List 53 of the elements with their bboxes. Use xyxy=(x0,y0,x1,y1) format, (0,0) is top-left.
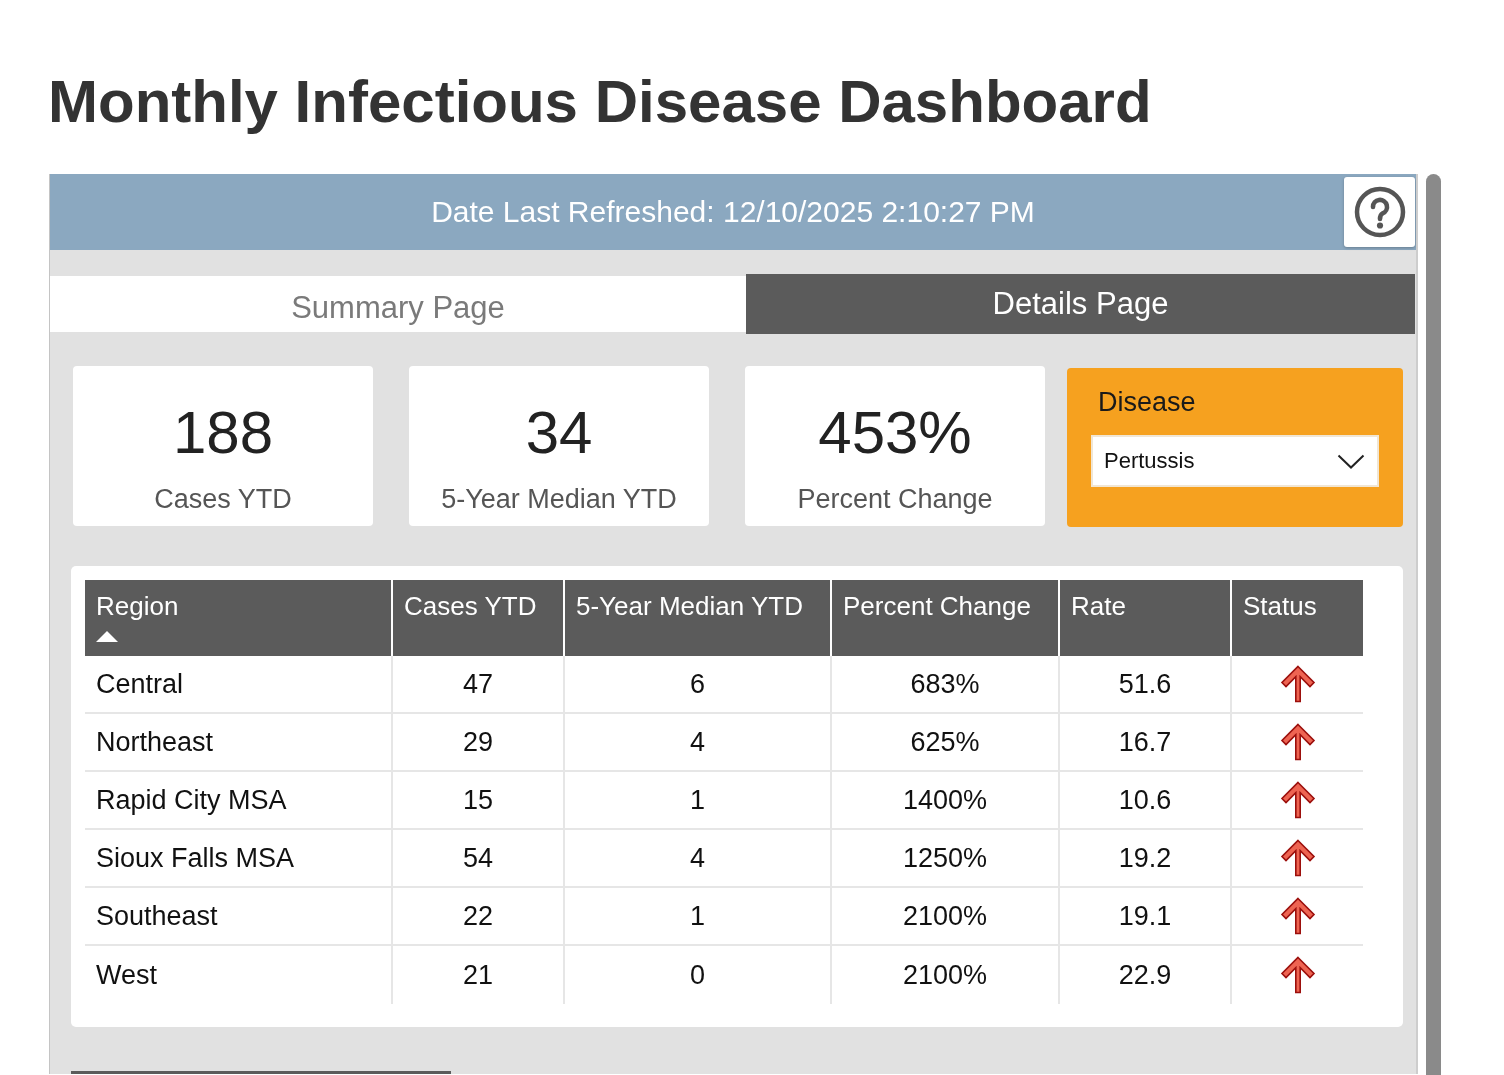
refresh-timestamp: Date Last Refreshed: 12/10/2025 2:10:27 PM xyxy=(431,194,1035,230)
help-icon xyxy=(1353,186,1406,238)
table-cell: 15 xyxy=(393,772,565,830)
table-cell: 4 xyxy=(565,830,832,888)
table-cell: Rapid City MSA xyxy=(85,772,393,830)
column-header: Percent Change xyxy=(832,580,1060,656)
chevron-down-icon xyxy=(1337,453,1365,469)
filter-label: Disease xyxy=(1098,386,1196,419)
table-cell: 683% xyxy=(832,656,1060,714)
table-cell: 22 xyxy=(393,888,565,946)
column-header: Region xyxy=(85,580,393,656)
tab[interactable]: Summary Page xyxy=(50,276,746,332)
table-cell: 16.7 xyxy=(1060,714,1232,772)
help-button[interactable] xyxy=(1344,177,1415,247)
table-cell: 2100% xyxy=(832,946,1060,1004)
column-header: Status xyxy=(1232,580,1363,656)
table-cell: Central xyxy=(85,656,393,714)
kpi-label: Percent Change xyxy=(797,483,993,516)
table-cell: West xyxy=(85,946,393,1004)
tab[interactable]: Details Page xyxy=(746,274,1415,334)
table-cell: 21 xyxy=(393,946,565,1004)
table-cell: 22.9 xyxy=(1060,946,1232,1004)
column-header: Cases YTD xyxy=(393,580,565,656)
scrollbar-thumb[interactable] xyxy=(1426,174,1441,1075)
table-cell: 19.1 xyxy=(1060,888,1232,946)
table-cell: 4 xyxy=(565,714,832,772)
table-cell: 47 xyxy=(393,656,565,714)
table-cell: 54 xyxy=(393,830,565,888)
kpi-label: 5-Year Median YTD xyxy=(441,483,677,516)
column-header: Rate xyxy=(1060,580,1232,656)
table-cell: 1250% xyxy=(832,830,1060,888)
sort-ascending-icon[interactable] xyxy=(96,631,118,642)
table-cell: 29 xyxy=(393,714,565,772)
kpi-value: 34 xyxy=(525,398,593,468)
table-cell: 1 xyxy=(565,772,832,830)
kpi-value: 453% xyxy=(818,398,972,468)
table-cell: 2100% xyxy=(832,888,1060,946)
table-cell: 1400% xyxy=(832,772,1060,830)
table-cell: 51.6 xyxy=(1060,656,1232,714)
table-cell: Northeast xyxy=(85,714,393,772)
table-cell: 19.2 xyxy=(1060,830,1232,888)
table-cell: 0 xyxy=(565,946,832,1004)
table-cell: 625% xyxy=(832,714,1060,772)
column-header: 5-Year Median YTD xyxy=(565,580,832,656)
table-cell: Sioux Falls MSA xyxy=(85,830,393,888)
table-cell: 1 xyxy=(565,888,832,946)
table-cell: Southeast xyxy=(85,888,393,946)
kpi-value: 188 xyxy=(172,398,274,468)
table-cell: 10.6 xyxy=(1060,772,1232,830)
table-cell: 6 xyxy=(565,656,832,714)
kpi-label: Cases YTD xyxy=(154,483,292,516)
disease-select[interactable]: Pertussis xyxy=(1091,435,1379,487)
page-title: Monthly Infectious Disease Dashboard xyxy=(48,67,1152,137)
